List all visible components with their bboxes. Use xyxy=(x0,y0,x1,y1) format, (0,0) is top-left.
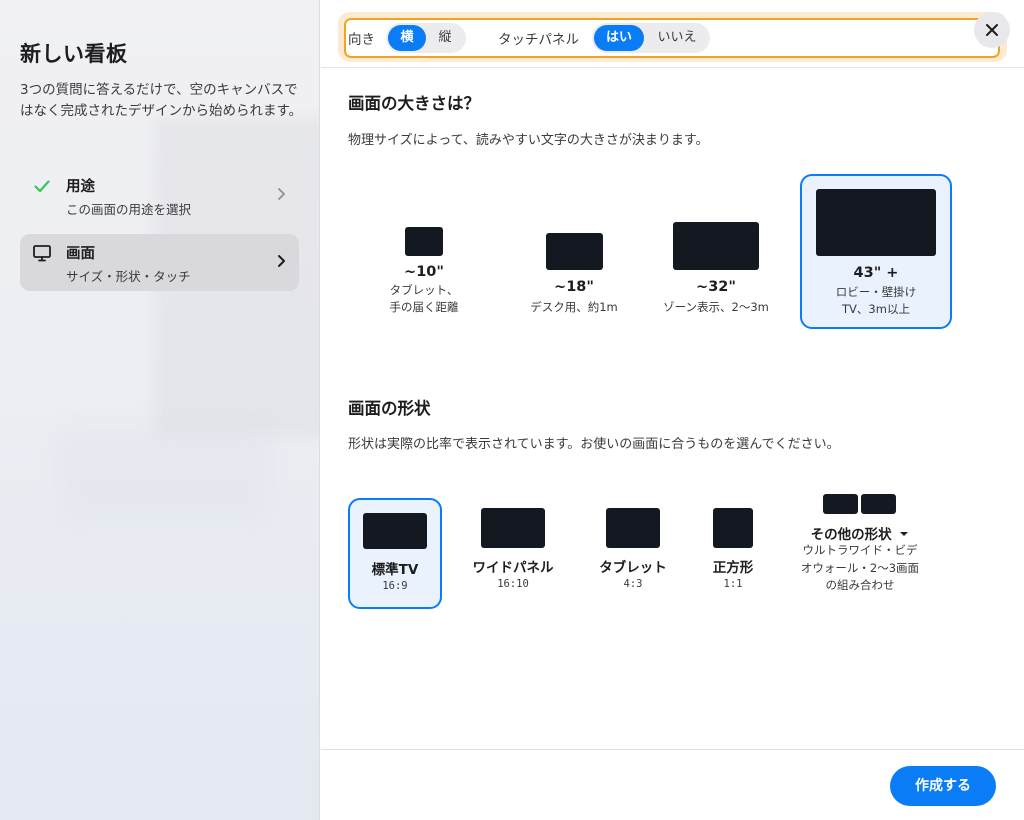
step-label: 用途 xyxy=(66,179,95,195)
step-screen[interactable]: 画面 サイズ・形状・タッチ xyxy=(20,234,299,291)
screen-size-preview xyxy=(816,189,936,256)
size-option-label: ~32" xyxy=(696,279,736,295)
step-sublabel: サイズ・形状・タッチ xyxy=(66,269,191,284)
size-option-32[interactable]: ~32" ゾーン表示、2〜3m xyxy=(652,176,780,328)
shape-option-other[interactable]: その他の形状 ウルトラワイド・ビデ オウォール・2〜3画面 の組み合わせ xyxy=(793,488,927,603)
shape-option-tablet[interactable]: タブレット 4:3 xyxy=(588,498,678,609)
size-option-description: TV、3m以上 xyxy=(842,302,910,316)
sidebar-title: 新しい看板 xyxy=(20,42,128,66)
size-option-label: 43" + xyxy=(853,265,899,281)
orientation-toggle: 横 縦 xyxy=(386,23,466,53)
sidebar-description: 3つの質問に答えるだけで、空のキャンバスではなく完成されたデザインから始められま… xyxy=(20,82,303,119)
touch-label: タッチパネル xyxy=(498,32,579,48)
size-option-description: デスク用、約1m xyxy=(530,300,618,314)
screen-size-preview xyxy=(546,233,603,270)
size-option-label: ~10" xyxy=(404,264,444,280)
screen-size-preview xyxy=(405,227,443,256)
shape-option-ratio: 16:9 xyxy=(382,580,408,592)
size-section-description: 物理サイズによって、読みやすい文字の大きさが決まります。 xyxy=(348,133,709,148)
shape-ratio-preview xyxy=(363,513,427,549)
size-option-18[interactable]: ~18" デスク用、約1m xyxy=(511,176,637,328)
shape-ratio-preview xyxy=(606,508,660,548)
shape-option-label: ワイドパネル xyxy=(472,560,554,576)
size-option-description: ロビー・壁掛け xyxy=(835,285,917,299)
shape-option-label: 標準TV xyxy=(371,562,419,578)
shape-option-other-label[interactable]: その他の形状 xyxy=(793,523,927,543)
shape-ratio-preview xyxy=(713,508,753,548)
filter-bar: 向き 横 縦 タッチパネル はい いいえ xyxy=(321,0,1024,68)
shape-option-label: その他の形状 xyxy=(810,527,892,543)
shape-section-description: 形状は実際の比率で表示されています。お使いの画面に合うものを選んでください。 xyxy=(348,437,840,452)
touch-toggle: はい いいえ xyxy=(592,23,710,53)
shape-option-description: オウォール・2〜3画面 xyxy=(800,561,920,575)
shape-option-ratio: 16:10 xyxy=(497,578,529,590)
shape-option-description: ウルトラワイド・ビデ xyxy=(802,543,918,557)
step-label: 画面 xyxy=(66,246,95,262)
screen-size-preview xyxy=(673,222,759,270)
orientation-option-portrait[interactable]: 縦 xyxy=(426,25,464,51)
shape-option-square[interactable]: 正方形 1:1 xyxy=(693,498,773,609)
shape-ratio-preview xyxy=(481,508,545,548)
chevron-right-icon xyxy=(278,188,285,200)
create-button[interactable]: 作成する xyxy=(890,766,996,806)
close-button[interactable] xyxy=(974,12,1010,48)
shape-option-ratio: 4:3 xyxy=(623,578,643,590)
size-option-description: ゾーン表示、2〜3m xyxy=(663,300,769,314)
size-option-10[interactable]: ~10" タブレット、 手の届く距離 xyxy=(363,176,485,328)
shape-ratio-preview xyxy=(823,494,858,514)
size-option-43-plus[interactable]: 43" + ロビー・壁掛け TV、3m以上 xyxy=(800,174,952,329)
footer: 作成する xyxy=(321,749,1024,820)
close-icon xyxy=(986,24,998,36)
chevron-down-icon xyxy=(900,532,909,536)
step-purpose[interactable]: 用途 この画面の用途を選択 xyxy=(20,167,299,224)
size-option-description: 手の届く距離 xyxy=(389,300,459,314)
monitor-icon xyxy=(33,245,51,262)
chevron-right-icon xyxy=(278,255,285,267)
shape-option-wide-panel[interactable]: ワイドパネル 16:10 xyxy=(468,498,558,609)
sidebar: 新しい看板 3つの質問に答えるだけで、空のキャンバスではなく完成されたデザインか… xyxy=(0,0,320,820)
check-icon xyxy=(34,180,50,193)
size-option-description: タブレット、 xyxy=(389,283,459,297)
touch-option-no[interactable]: いいえ xyxy=(646,25,708,51)
shape-option-ratio: 1:1 xyxy=(723,578,743,590)
shape-option-standard-tv[interactable]: 標準TV 16:9 xyxy=(348,498,442,609)
filter-controls: 向き 横 縦 タッチパネル はい いいえ xyxy=(344,18,1000,58)
background-blur-shape xyxy=(60,430,270,520)
main-panel: 向き 横 縦 タッチパネル はい いいえ 画面の大きさは？ 物理サイズによって、… xyxy=(321,0,1024,820)
step-sublabel: この画面の用途を選択 xyxy=(66,202,192,217)
shape-ratio-preview xyxy=(861,494,896,514)
touch-option-yes[interactable]: はい xyxy=(594,25,644,51)
shape-option-description: の組み合わせ xyxy=(825,578,895,592)
orientation-label: 向き xyxy=(348,32,375,48)
shape-option-label: 正方形 xyxy=(712,560,754,576)
size-option-label: ~18" xyxy=(554,279,594,295)
shape-section-title: 画面の形状 xyxy=(348,399,431,418)
shape-option-label: タブレット xyxy=(599,560,667,576)
orientation-option-landscape[interactable]: 横 xyxy=(388,25,426,51)
size-section-title: 画面の大きさは？ xyxy=(348,94,480,113)
